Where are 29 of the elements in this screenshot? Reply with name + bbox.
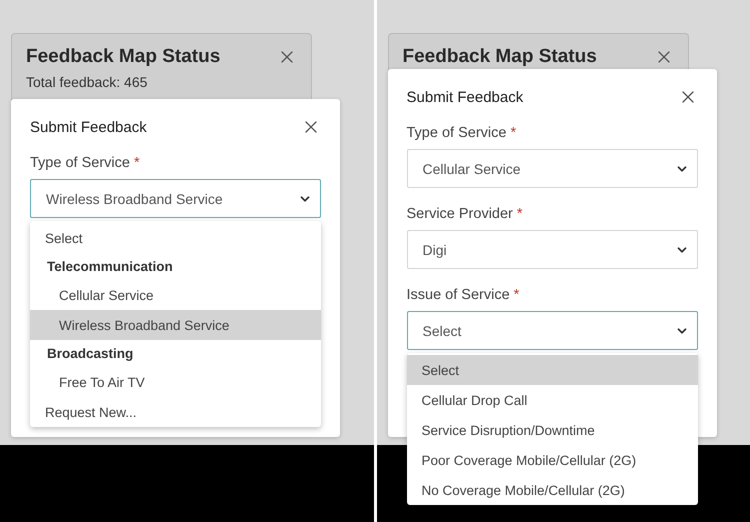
dropdown-option[interactable]: Poor Coverage Mobile/Cellular (2G) xyxy=(406,445,698,475)
dropdown-option[interactable]: Free To Air TV xyxy=(30,367,321,397)
select-field[interactable]: Digi xyxy=(406,230,698,269)
required-mark: * xyxy=(134,155,140,171)
select-field[interactable]: Select xyxy=(406,311,698,350)
field-label: Type of Service * xyxy=(30,155,141,171)
dropdown-option[interactable]: Select xyxy=(406,355,698,385)
dropdown-option[interactable]: Request New... xyxy=(30,397,321,427)
field-label: Service Provider * xyxy=(406,206,524,222)
required-mark: * xyxy=(514,287,520,303)
dropdown-option[interactable]: Cellular Service xyxy=(30,280,321,310)
select-field[interactable]: Wireless Broadband Service xyxy=(30,179,321,218)
field-label: Type of Service * xyxy=(406,125,518,141)
field-label: Issue of Service * xyxy=(406,287,520,303)
total-feedback: Total feedback: 465 xyxy=(26,74,148,90)
card-title: Feedback Map Status xyxy=(26,46,220,68)
dropdown-option[interactable]: Wireless Broadband Service xyxy=(30,310,321,340)
modal-title: Submit Feedback xyxy=(30,118,147,136)
modal-title: Submit Feedback xyxy=(406,88,524,106)
select-field[interactable]: Cellular Service xyxy=(406,149,698,188)
option-group-label: Broadcasting xyxy=(46,345,134,363)
card-title: Feedback Map Status xyxy=(402,46,597,68)
dropdown-option[interactable]: Cellular Drop Call xyxy=(406,385,698,415)
required-mark: * xyxy=(516,206,523,222)
dropdown-option[interactable]: No Coverage Mobile/Cellular (2G) xyxy=(406,475,698,505)
dropdown-option[interactable]: Select xyxy=(30,223,321,253)
option-group-label: Telecommunication xyxy=(46,258,174,276)
required-mark: * xyxy=(510,125,516,141)
dropdown-option[interactable]: Service Disruption/Downtime xyxy=(406,415,698,445)
